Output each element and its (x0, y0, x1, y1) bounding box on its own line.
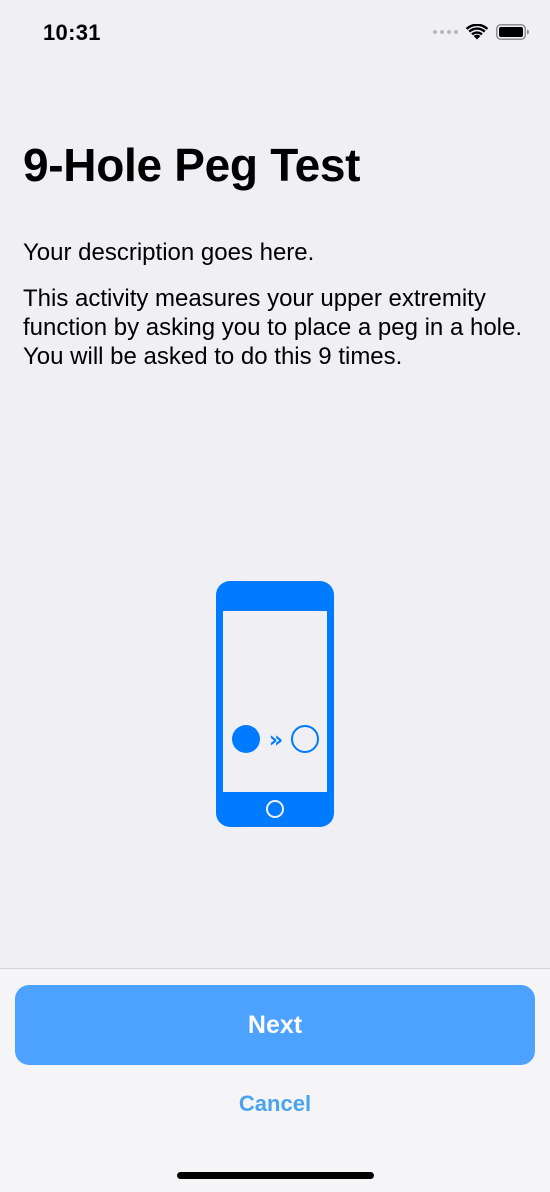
detail-text: This activity measures your upper extrem… (23, 285, 523, 370)
status-time: 10:31 (43, 20, 101, 45)
home-indicator[interactable] (177, 1172, 374, 1179)
status-bar: 10:31 (0, 0, 550, 70)
phone-peg-icon: » (216, 581, 334, 827)
footer: Next Cancel (0, 968, 550, 1192)
description-text: Your description goes here. (23, 239, 315, 266)
battery-icon (496, 24, 529, 40)
next-button[interactable]: Next (15, 985, 535, 1065)
wifi-icon (466, 24, 488, 40)
signal-icon (433, 30, 458, 34)
status-icons (433, 24, 530, 40)
cancel-button[interactable]: Cancel (175, 1086, 375, 1122)
arrow-glyph: » (269, 728, 283, 753)
page-title: 9-Hole Peg Test (23, 139, 361, 191)
